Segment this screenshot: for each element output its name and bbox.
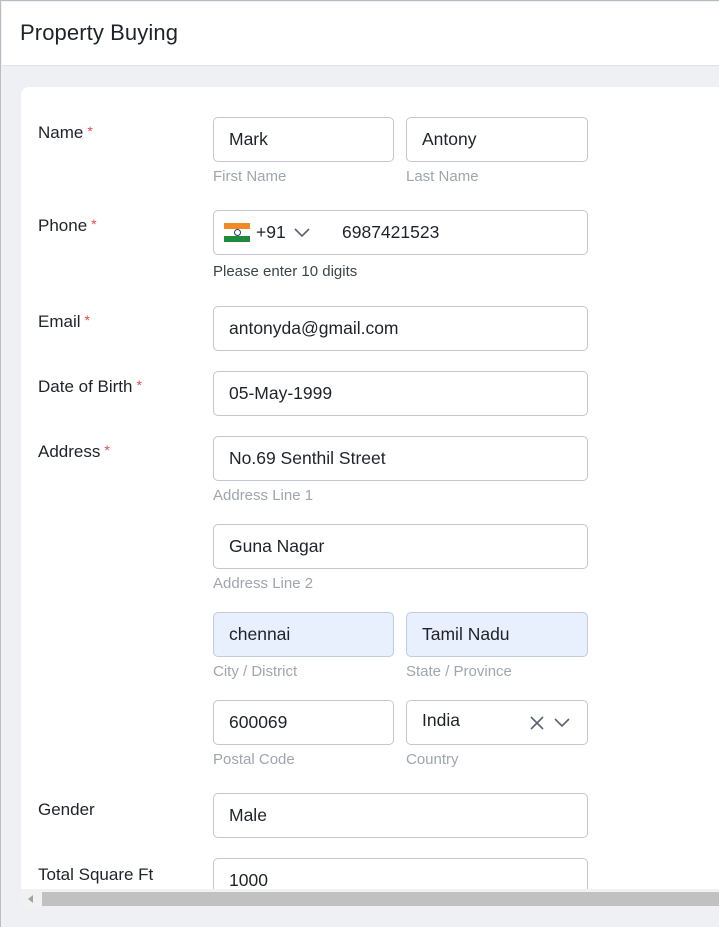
state-input[interactable]: Tamil Nadu — [406, 612, 588, 657]
scroll-left-icon[interactable] — [25, 893, 37, 905]
india-flag-icon[interactable] — [224, 223, 250, 242]
page-header: Property Buying — [2, 2, 719, 66]
first-name-input[interactable]: Mark — [213, 117, 394, 162]
last-name-caption: Last Name — [406, 168, 479, 185]
dob-label: Date of Birth * — [38, 377, 142, 396]
address-label: Address * — [38, 442, 110, 461]
city-caption: City / District — [213, 663, 298, 680]
required-mark: * — [136, 377, 142, 393]
dial-code-selector[interactable]: +91 — [256, 211, 286, 254]
required-mark: * — [84, 312, 90, 328]
country-caption: Country — [406, 751, 459, 768]
required-mark: * — [91, 216, 97, 232]
gender-input[interactable]: Male — [213, 793, 588, 838]
email-input[interactable]: antonyda@gmail.com — [213, 306, 588, 351]
address-line2-input[interactable]: Guna Nagar — [213, 524, 588, 569]
chevron-down-icon[interactable] — [554, 717, 570, 729]
first-name-caption: First Name — [213, 168, 287, 185]
chevron-down-icon[interactable] — [294, 228, 310, 238]
phone-number-input[interactable]: 6987421523 — [342, 211, 439, 254]
country-select[interactable]: India — [406, 700, 588, 745]
address-line1-input[interactable]: No.69 Senthil Street — [213, 436, 588, 481]
scrollbar-thumb[interactable] — [42, 892, 719, 906]
page-frame: Property Buying Name * Mark Antony First … — [0, 0, 719, 927]
horizontal-scrollbar[interactable] — [21, 889, 719, 909]
clear-icon[interactable] — [529, 715, 545, 731]
address-line1-caption: Address Line 1 — [213, 487, 314, 504]
postal-code-caption: Postal Code — [213, 751, 295, 768]
last-name-input[interactable]: Antony — [406, 117, 588, 162]
square-ft-value: 1000 — [229, 870, 268, 890]
dob-input[interactable]: 05-May-1999 — [213, 371, 588, 416]
state-caption: State / Province — [406, 663, 512, 680]
name-label: Name * — [38, 123, 93, 142]
page-title: Property Buying — [20, 20, 179, 45]
required-mark: * — [87, 123, 93, 139]
square-ft-label: Total Square Ft — [38, 865, 154, 884]
bottom-strip — [1, 909, 719, 927]
phone-field: +91 6987421523 — [213, 210, 588, 255]
city-input[interactable]: chennai — [213, 612, 394, 657]
phone-hint: Please enter 10 digits — [213, 263, 358, 280]
phone-label: Phone * — [38, 216, 97, 235]
gender-label: Gender — [38, 800, 95, 819]
required-mark: * — [104, 442, 110, 458]
address-line2-caption: Address Line 2 — [213, 575, 314, 592]
email-label: Email * — [38, 312, 90, 331]
country-value: India — [422, 710, 460, 730]
postal-code-input[interactable]: 600069 — [213, 700, 394, 745]
